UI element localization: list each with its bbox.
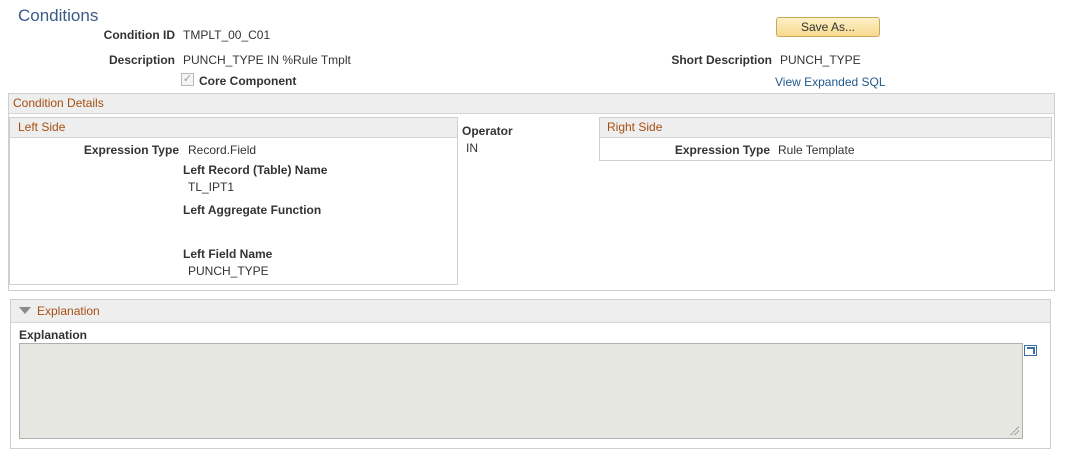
right-expression-type-label: Expression Type [674, 143, 770, 157]
core-component-label: Core Component [199, 74, 297, 88]
explanation-textarea[interactable] [19, 343, 1023, 439]
left-record-name-label: Left Record (Table) Name [183, 163, 328, 177]
short-description-label: Short Description [671, 53, 772, 67]
description-label: Description [108, 53, 175, 67]
condition-id-value: TMPLT_00_C01 [183, 28, 271, 42]
resize-grip-icon[interactable] [1009, 425, 1019, 435]
left-record-name-value: TL_IPT1 [188, 180, 235, 194]
short-description-value: PUNCH_TYPE [780, 53, 861, 67]
save-as-button[interactable]: Save As... [776, 17, 880, 37]
left-field-name-value: PUNCH_TYPE [188, 264, 269, 278]
page-title: Conditions [18, 6, 99, 25]
left-aggregate-label: Left Aggregate Function [183, 203, 322, 217]
expand-textarea-icon[interactable] [1024, 345, 1037, 356]
condition-details-header: Condition Details [9, 94, 1054, 114]
checkmark-icon: ✓ [182, 73, 193, 85]
explanation-collapsible-header[interactable]: Explanation [11, 300, 1050, 323]
collapse-triangle-icon [19, 307, 31, 314]
explanation-field-label: Explanation [19, 328, 88, 342]
condition-id-label: Condition ID [103, 28, 175, 42]
explanation-section-title: Explanation [37, 304, 100, 318]
core-component-checkbox[interactable]: ✓ [181, 73, 194, 86]
operator-value: IN [466, 141, 478, 155]
left-field-name-label: Left Field Name [183, 247, 273, 261]
left-expression-type-value: Record.Field [188, 143, 257, 157]
operator-label: Operator [462, 124, 513, 138]
description-value: PUNCH_TYPE IN %Rule Tmplt [183, 53, 351, 67]
left-side-header: Left Side [10, 118, 457, 138]
view-expanded-sql-link[interactable]: View Expanded SQL [775, 75, 886, 89]
right-side-header: Right Side [600, 118, 1051, 138]
left-expression-type-label: Expression Type [83, 143, 179, 157]
right-expression-type-value: Rule Template [778, 143, 855, 157]
